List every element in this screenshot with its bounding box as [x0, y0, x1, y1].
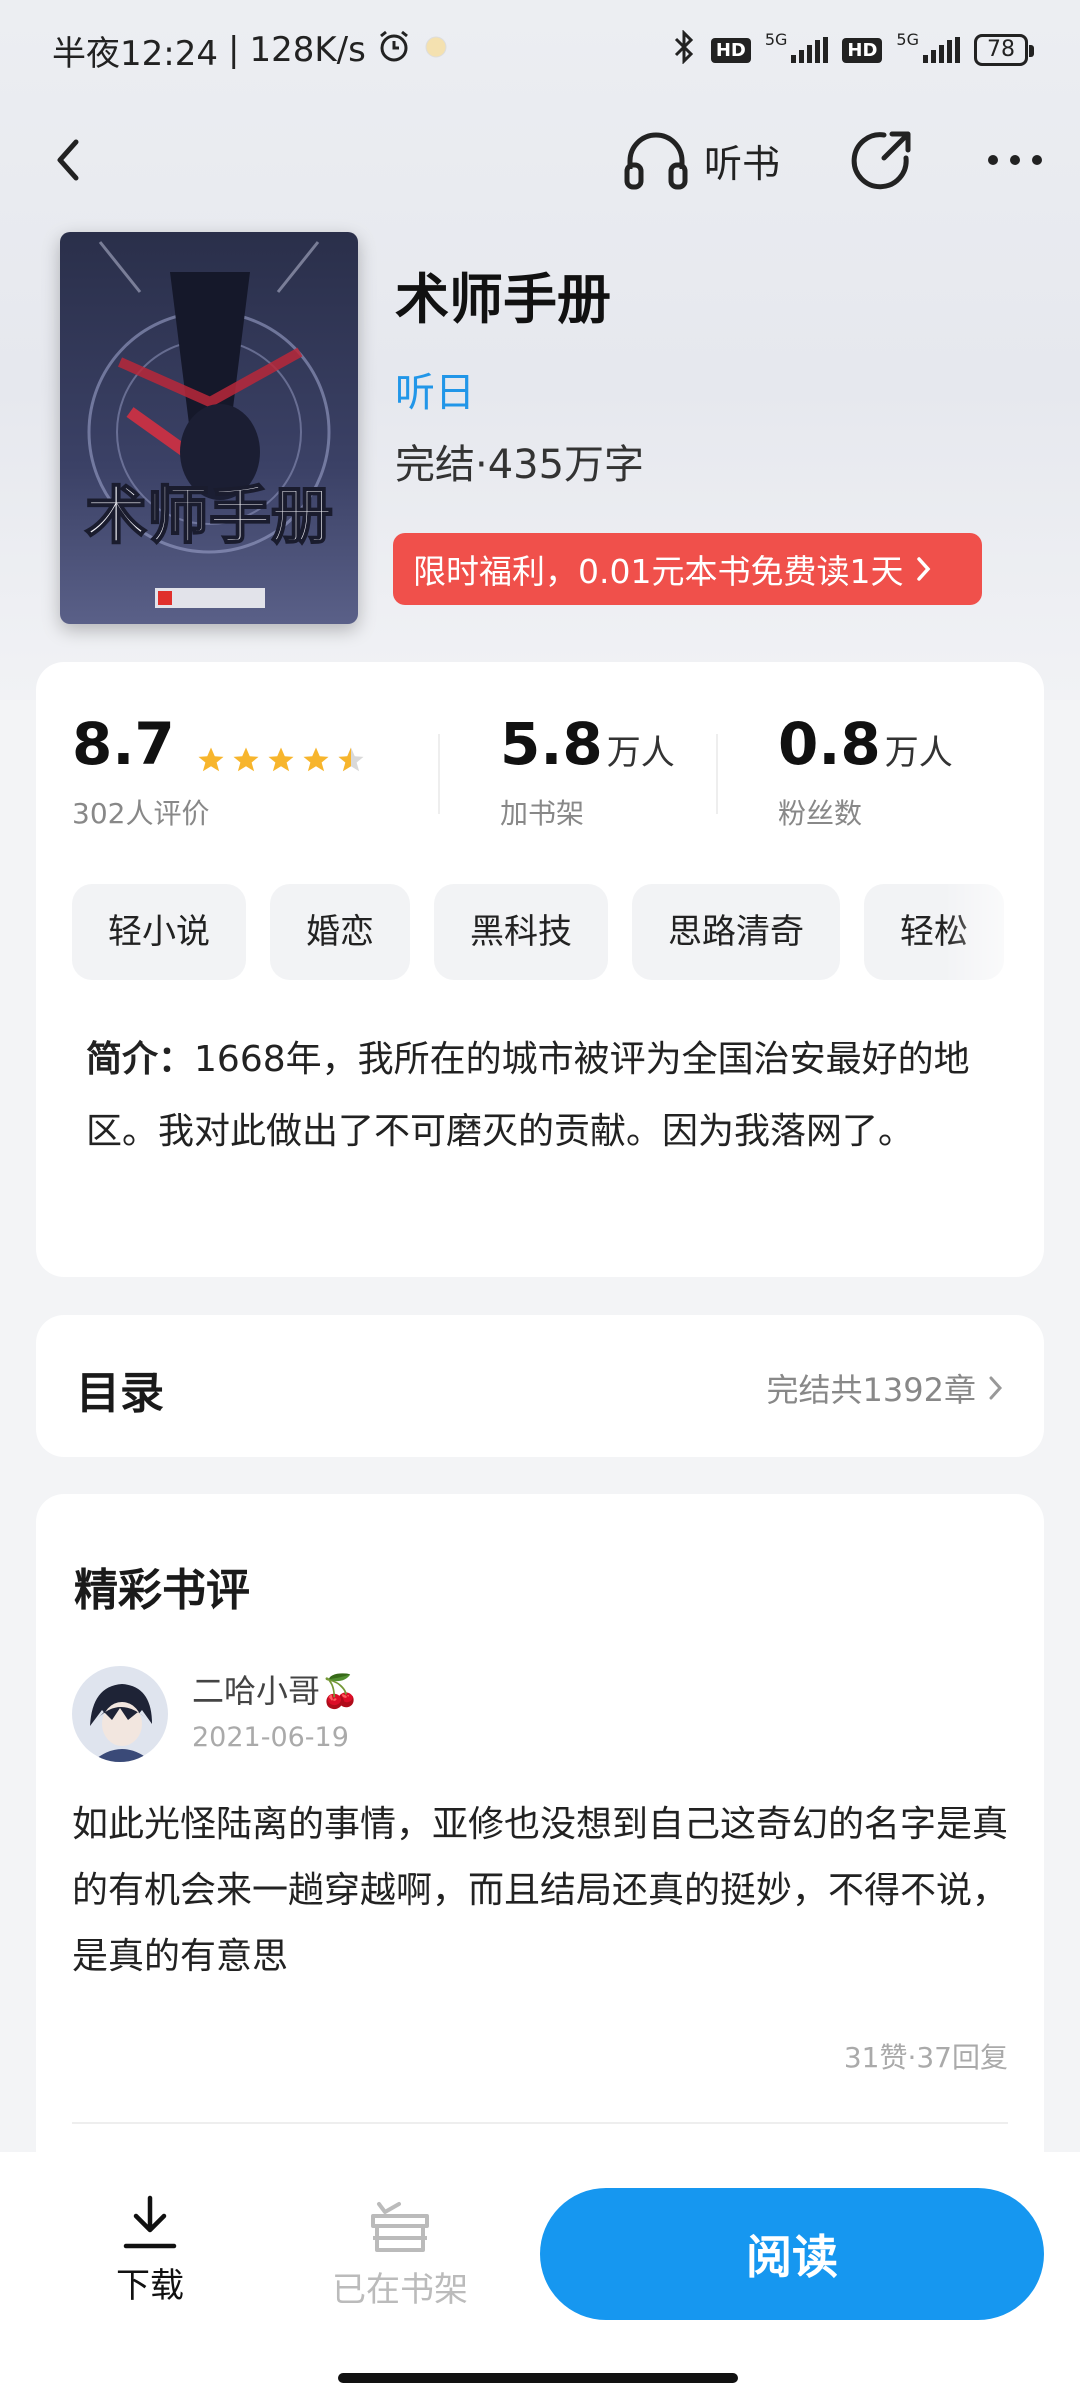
intro-text: 1668年，我所在的城市被评为全国治安最好的地区。我对此做出了不可磨灭的贡献。因… — [86, 1039, 970, 1152]
status-time: 半夜12:24 — [52, 33, 218, 74]
on-shelf-label: 已在书架 — [332, 2270, 468, 2310]
chevron-right-icon — [989, 1376, 1003, 1400]
tag-item[interactable]: 轻小说 — [72, 884, 246, 980]
chevron-right-icon — [917, 557, 931, 581]
tag-list: 轻小说 婚恋 黑科技 思路清奇 轻松 — [72, 884, 1044, 980]
rating-value: 8.7 — [72, 710, 175, 778]
shelf-count: 5.8 — [500, 710, 603, 778]
listen-label: 听书 — [704, 141, 781, 186]
status-net-speed: 128K/s — [249, 30, 366, 70]
star-icon — [268, 747, 294, 771]
star-icon — [303, 747, 329, 771]
nav-bar: 听书 — [0, 110, 1080, 210]
more-dots-icon — [988, 155, 1042, 165]
book-info-card: 8.7 302人评价 5.8 万人 加书架 0.8 万人 粉丝数 轻小说 婚恋 黑科… — [36, 662, 1044, 1277]
review-text[interactable]: 如此光怪陆离的事情，亚修也没想到自己这奇幻的名字是真的有机会来一趟穿越啊，而且结… — [72, 1792, 1012, 1990]
bottom-action-bar: 下载 已在书架 阅读 — [0, 2152, 1080, 2400]
review-stats[interactable]: 31赞·37回复 — [844, 2036, 1008, 2076]
signal-icon-1 — [791, 37, 829, 63]
star-icon — [198, 747, 224, 771]
review-divider — [72, 2122, 1008, 2124]
more-button[interactable] — [985, 130, 1045, 190]
fans-unit: 万人 — [884, 733, 953, 773]
intro-label: 简介： — [86, 1039, 195, 1080]
book-intro[interactable]: 简介：1668年，我所在的城市被评为全国治安最好的地区。我对此做出了不可磨灭的贡… — [86, 1024, 1006, 1168]
shelf-label: 加书架 — [500, 797, 585, 830]
fans-label: 粉丝数 — [778, 797, 863, 830]
book-meta: 完结·435万字 — [395, 442, 645, 488]
back-button[interactable] — [40, 130, 100, 190]
rating-stat[interactable]: 8.7 302人评价 — [72, 710, 366, 832]
headphones-icon — [624, 132, 688, 190]
signal-icon-2 — [923, 37, 960, 63]
hd-badge-1: HD — [710, 37, 751, 63]
status-bar: 半夜12:24 | 128K/s HD 5G HD 5G 78 — [0, 0, 1080, 100]
share-icon — [851, 131, 911, 190]
hd-badge-2: HD — [842, 37, 883, 63]
tag-fade-overlay — [944, 884, 1044, 980]
book-author-link[interactable]: 听日 — [395, 360, 475, 418]
download-icon — [123, 2195, 177, 2249]
half-star-icon — [338, 747, 364, 771]
star-icon — [233, 747, 259, 771]
tag-item[interactable]: 婚恋 — [270, 884, 410, 980]
download-label: 下载 — [116, 2266, 184, 2306]
toc-title: 目录 — [76, 1368, 164, 1419]
stat-divider — [438, 734, 440, 814]
fans-stat[interactable]: 0.8 万人 粉丝数 — [778, 710, 953, 832]
share-button[interactable] — [848, 128, 914, 194]
fans-count: 0.8 — [778, 710, 881, 778]
book-cover-art: 术师手册 — [60, 232, 358, 624]
notification-dot-icon — [422, 30, 450, 70]
rating-count-label: 302人评价 — [72, 797, 210, 830]
promo-banner[interactable]: 限时福利，0.01元本书免费读1天 — [393, 533, 982, 605]
on-shelf-button[interactable]: 已在书架 — [320, 2194, 480, 2311]
toc-summary: 完结共1392章 — [766, 1371, 976, 1409]
reviews-title: 精彩书评 — [74, 1565, 250, 1616]
review-date: 2021-06-19 — [192, 1722, 349, 1753]
bookshelf-icon — [371, 2202, 429, 2252]
battery-indicator: 78 — [974, 34, 1034, 66]
reviewer-name[interactable]: 二哈小哥🍒 — [192, 1666, 360, 1712]
avatar[interactable] — [72, 1666, 168, 1762]
stat-divider — [716, 734, 718, 814]
download-button[interactable]: 下载 — [100, 2194, 200, 2307]
book-cover[interactable]: 术师手册 — [60, 232, 358, 624]
book-title: 术师手册 — [395, 268, 611, 331]
toc-row[interactable]: 目录 完结共1392章 — [36, 1315, 1044, 1457]
shelf-unit: 万人 — [606, 733, 675, 773]
alarm-icon — [376, 28, 412, 73]
net-type-2: 5G — [896, 30, 919, 49]
tag-item[interactable]: 思路清奇 — [632, 884, 840, 980]
shelf-stat: 5.8 万人 加书架 — [500, 710, 675, 832]
home-indicator[interactable] — [338, 2373, 738, 2383]
read-label: 阅读 — [746, 2230, 838, 2284]
bluetooth-icon — [671, 29, 697, 70]
net-type-1: 5G — [764, 30, 788, 49]
read-button[interactable]: 阅读 — [540, 2188, 1044, 2320]
promo-text: 限时福利，0.01元本书免费读1天 — [413, 552, 904, 591]
user-avatar-image — [72, 1666, 168, 1762]
tag-item[interactable]: 黑科技 — [434, 884, 608, 980]
listen-button[interactable]: 听书 — [622, 126, 780, 194]
reviews-card: 精彩书评 二哈小哥🍒 2021-06-19 如此光怪陆离的事情，亚修也没想到自己… — [36, 1494, 1044, 2254]
rating-stars — [196, 745, 366, 775]
cover-title-text: 术师手册 — [85, 482, 333, 551]
back-arrow-icon — [57, 139, 79, 181]
